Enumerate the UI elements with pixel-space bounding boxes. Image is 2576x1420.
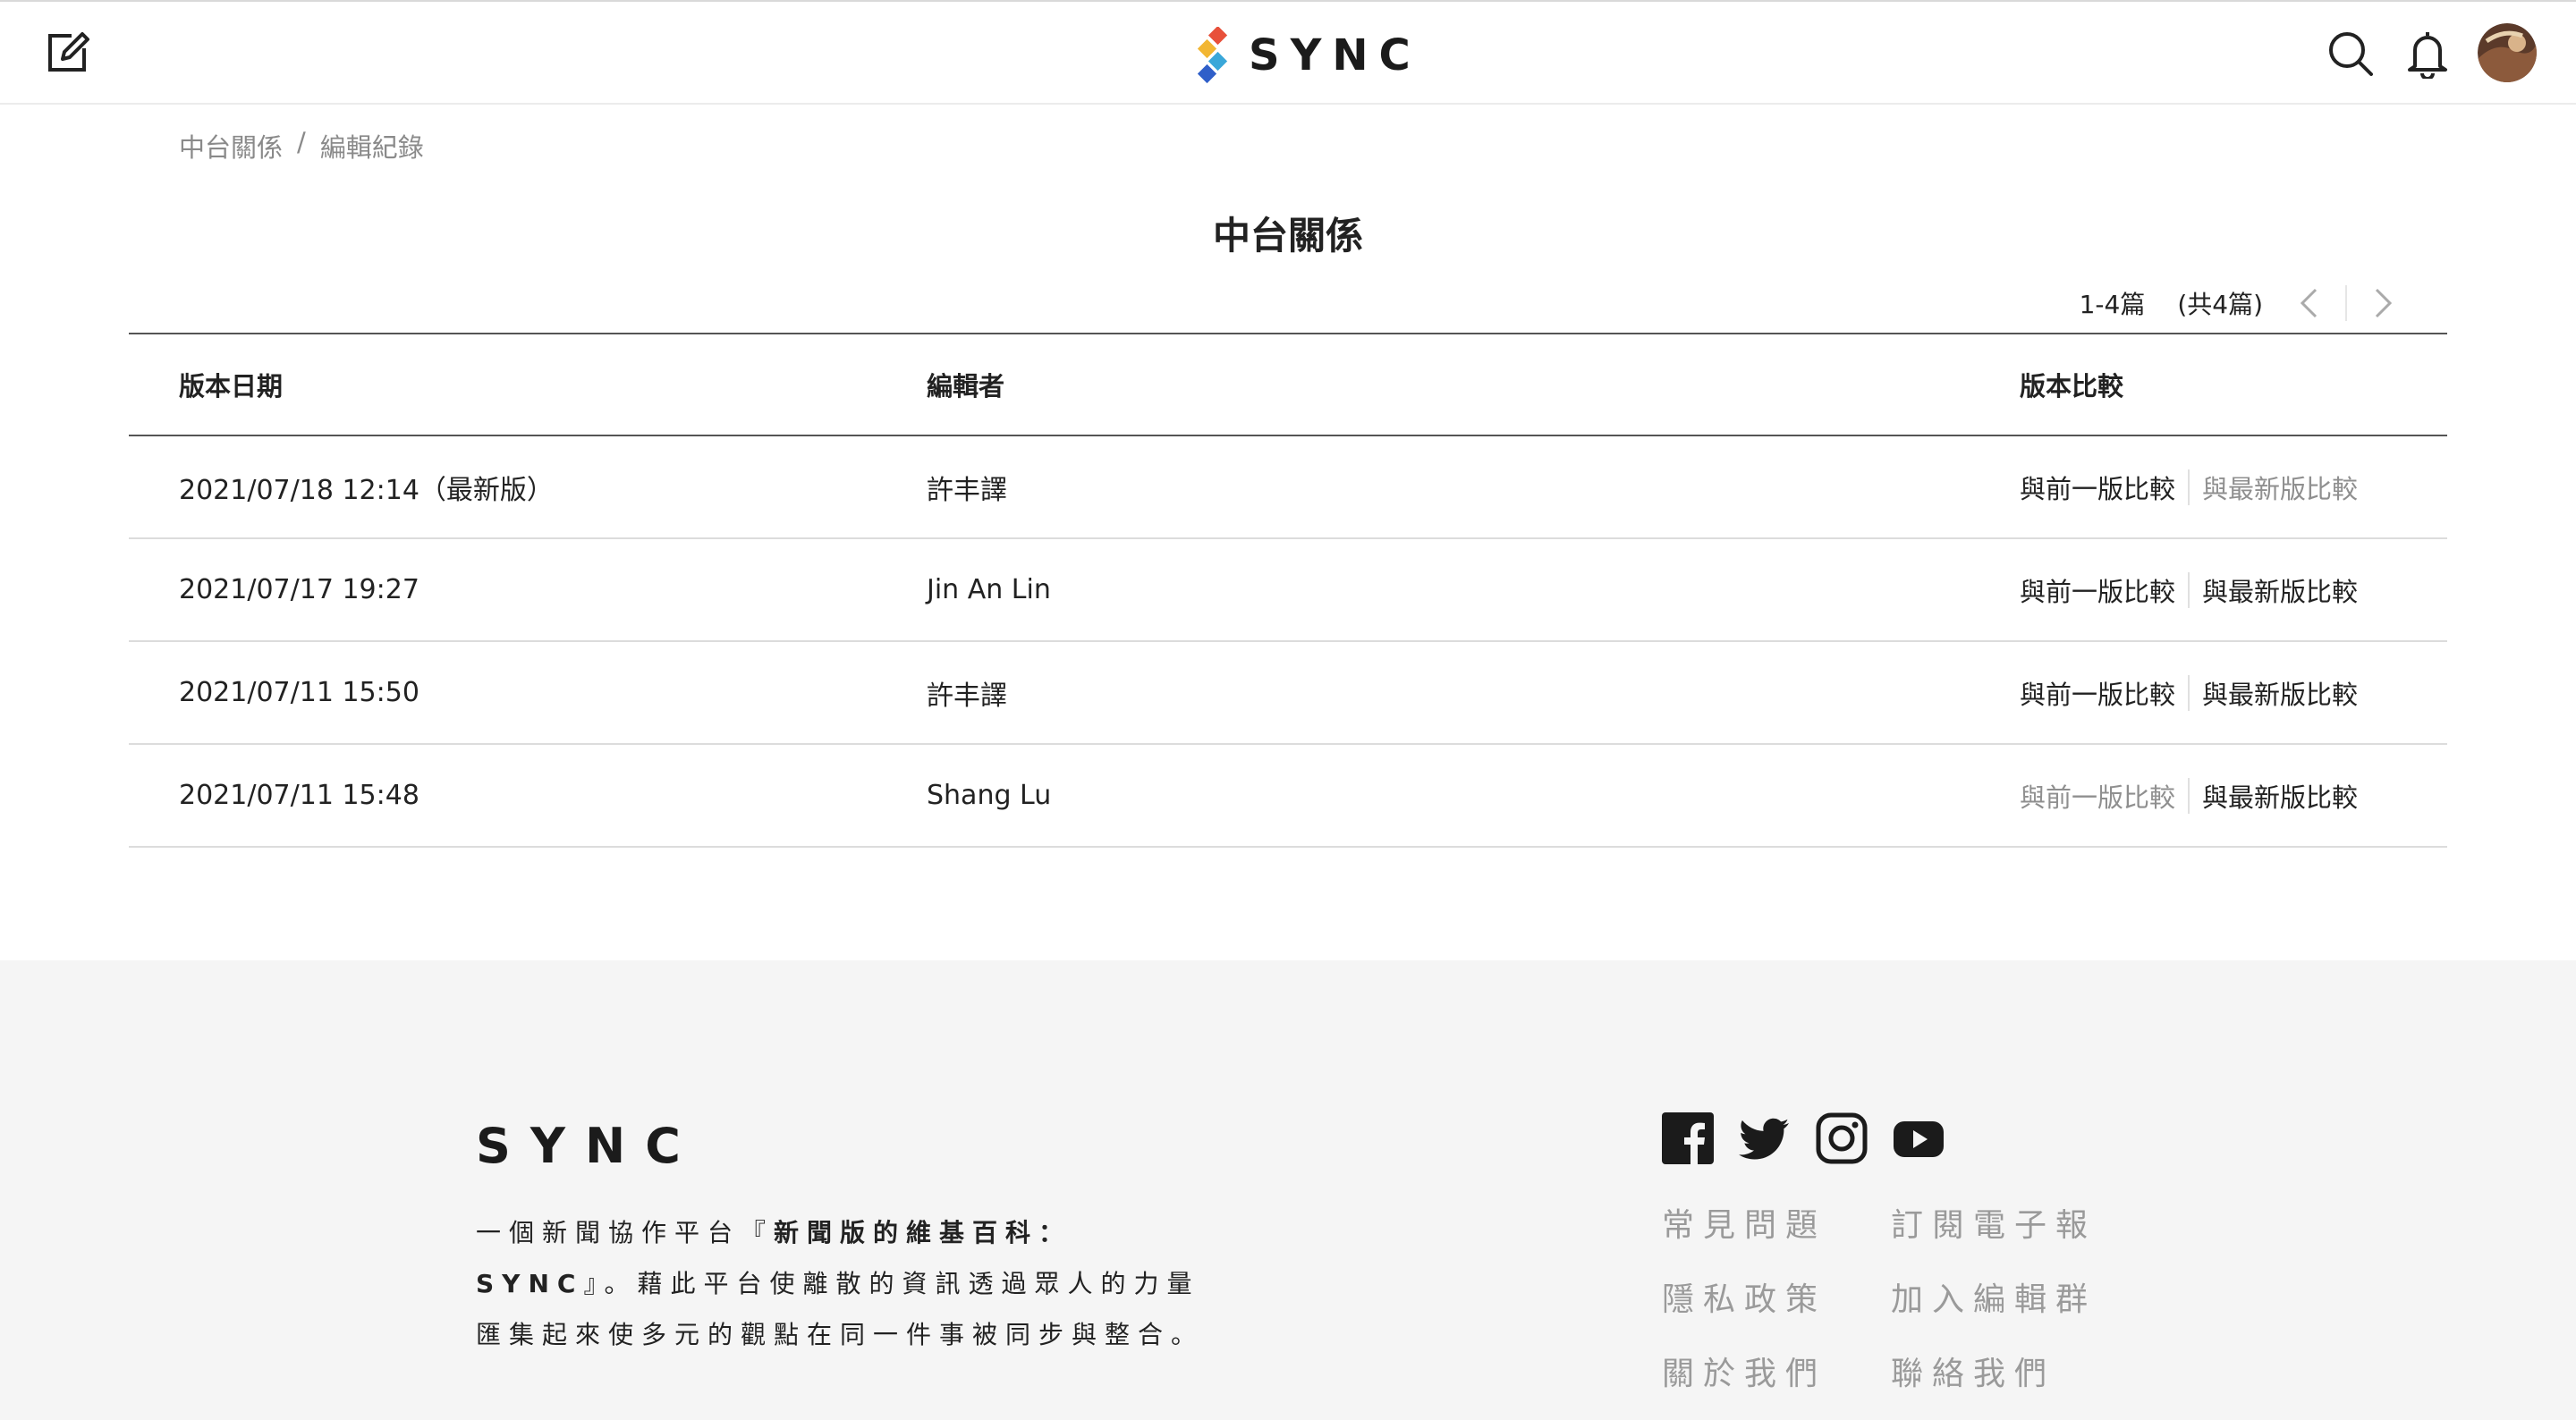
- search-icon[interactable]: [2326, 29, 2376, 79]
- facebook-icon[interactable]: [1662, 1112, 1714, 1164]
- table-row: 2021/07/18 12:14（最新版） 許丰譯 與前一版比較 與最新版比較: [129, 436, 2447, 539]
- breadcrumb: 中台關係 / 編輯紀錄: [179, 127, 424, 165]
- revision-editor[interactable]: Shang Lu: [927, 780, 1051, 811]
- avatar[interactable]: [2478, 23, 2537, 82]
- breadcrumb-item-topic[interactable]: 中台關係: [179, 127, 283, 165]
- revision-date: 2021/07/18 12:14（最新版）: [179, 474, 554, 506]
- footer-desc-prefix: 一個新聞協作平台『: [476, 1218, 775, 1247]
- breadcrumb-item-edit-history[interactable]: 編輯紀錄: [320, 127, 424, 165]
- footer-link-contact[interactable]: 聯絡我們: [1891, 1354, 2120, 1394]
- compare-divider: [2188, 674, 2190, 711]
- breadcrumb-separator: /: [297, 127, 306, 157]
- brand-name: SYNC: [1249, 30, 1421, 80]
- youtube-icon[interactable]: [1893, 1112, 1945, 1164]
- pagination: 1-4篇 (共4篇): [2080, 283, 2404, 324]
- top-header: SYNC: [0, 0, 2576, 105]
- compare-actions: 與前一版比較 與最新版比較: [2020, 777, 2358, 815]
- footer-link-privacy[interactable]: 隱私政策: [1662, 1280, 1891, 1320]
- edit-icon[interactable]: [43, 29, 91, 77]
- chevron-right-icon[interactable]: [2363, 283, 2404, 324]
- footer-description: 一個新聞協作平台『新聞版的維基百科：SYNC』。藉此平台使離散的資訊透過眾人的力…: [476, 1207, 1227, 1360]
- revision-table: 版本日期 編輯者 版本比較 2021/07/18 12:14（最新版） 許丰譯 …: [129, 333, 2447, 848]
- footer-link-join-editors[interactable]: 加入編輯群: [1891, 1280, 2120, 1320]
- twitter-icon[interactable]: [1739, 1112, 1791, 1164]
- footer-link-newsletter[interactable]: 訂閱電子報: [1891, 1205, 2120, 1246]
- logo-mark-icon: [1197, 27, 1228, 84]
- page-title: 中台關係: [1212, 214, 1363, 258]
- footer-link-about[interactable]: 關於我們: [1662, 1354, 1891, 1394]
- compare-divider: [2188, 777, 2190, 814]
- compare-latest-link[interactable]: 與最新版比較: [2202, 777, 2358, 815]
- pagination-range: 1-4篇: [2079, 290, 2146, 319]
- revision-date: 2021/07/17 19:27: [179, 574, 419, 605]
- table-row: 2021/07/11 15:50 許丰譯 與前一版比較 與最新版比較: [129, 642, 2447, 745]
- compare-previous-link[interactable]: 與前一版比較: [2020, 674, 2175, 712]
- table-row: 2021/07/11 15:48 Shang Lu 與前一版比較 與最新版比較: [129, 745, 2447, 848]
- footer-brand: SYNC: [476, 1118, 700, 1174]
- compare-previous-link: 與前一版比較: [2020, 782, 2176, 813]
- table-row: 2021/07/17 19:27 Jin An Lin 與前一版比較 與最新版比…: [129, 539, 2447, 642]
- table-header: 版本日期 編輯者 版本比較: [129, 333, 2447, 436]
- bell-icon[interactable]: [2406, 29, 2449, 80]
- brand-logo[interactable]: SYNC: [1193, 27, 1421, 84]
- compare-actions: 與前一版比較 與最新版比較: [2020, 571, 2358, 609]
- compare-previous-link[interactable]: 與前一版比較: [2020, 469, 2175, 506]
- pagination-divider: [2345, 285, 2347, 321]
- compare-latest-link: 與最新版比較: [2202, 473, 2359, 504]
- column-header-editor: 編輯者: [927, 371, 1005, 401]
- revision-date: 2021/07/11 15:48: [179, 780, 419, 811]
- social-links: [1662, 1112, 1945, 1164]
- instagram-icon[interactable]: [1816, 1112, 1868, 1164]
- footer-desc-suffix: 』。藉此平台使離散的資訊透過眾人的力量匯集起來使多元的觀點在同一件事被同步與整合…: [476, 1269, 1205, 1349]
- revision-editor[interactable]: 許丰譯: [927, 673, 1007, 713]
- chevron-left-icon[interactable]: [2288, 283, 2329, 324]
- column-header-date: 版本日期: [179, 371, 284, 401]
- compare-latest-link[interactable]: 與最新版比較: [2202, 674, 2358, 712]
- compare-actions: 與前一版比較 與最新版比較: [2020, 674, 2358, 712]
- compare-divider: [2188, 571, 2190, 608]
- compare-actions: 與前一版比較 與最新版比較: [2020, 469, 2358, 506]
- pagination-total: (共4篇): [2177, 290, 2263, 319]
- compare-previous-link[interactable]: 與前一版比較: [2020, 571, 2175, 609]
- footer-links: 常見問題 訂閱電子報 隱私政策 加入編輯群 關於我們 聯絡我們: [1662, 1205, 2120, 1394]
- revision-editor[interactable]: Jin An Lin: [927, 574, 1051, 605]
- revision-editor[interactable]: 許丰譯: [927, 468, 1007, 507]
- site-footer: SYNC 一個新聞協作平台『新聞版的維基百科：SYNC』。藉此平台使離散的資訊透…: [0, 960, 2576, 1420]
- compare-divider: [2188, 469, 2190, 505]
- footer-link-faq[interactable]: 常見問題: [1662, 1205, 1891, 1246]
- column-header-compare: 版本比較: [2020, 371, 2124, 401]
- compare-latest-link[interactable]: 與最新版比較: [2202, 571, 2358, 609]
- revision-date: 2021/07/11 15:50: [179, 677, 419, 708]
